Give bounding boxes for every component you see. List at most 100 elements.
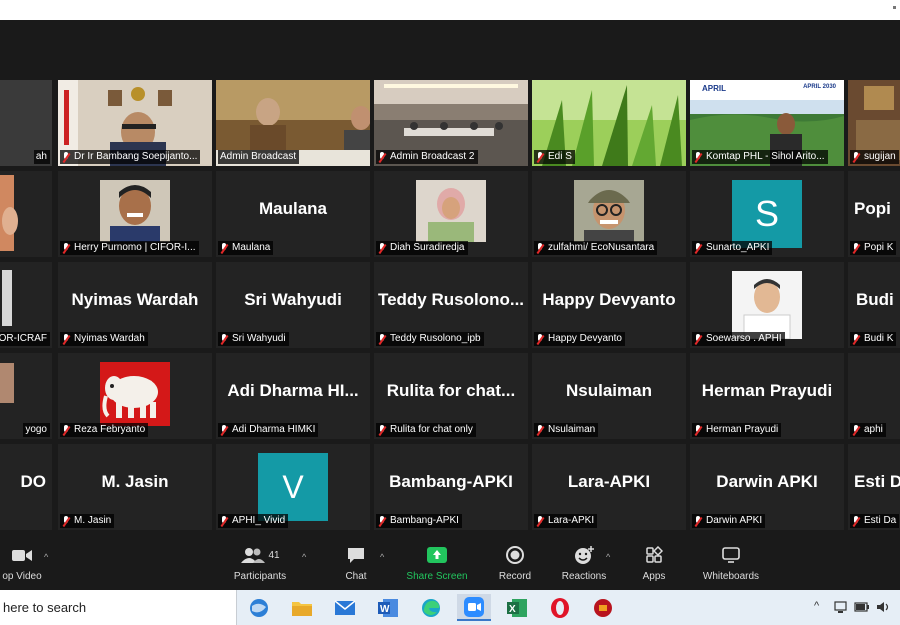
share-screen-button[interactable]: Share Screen (402, 544, 472, 582)
mic-muted-icon (378, 424, 386, 436)
participant-tile[interactable]: Dr Ir Bambang Soepijanto... (58, 80, 212, 166)
participant-tile[interactable]: Herman Prayudi Herman Prayudi (690, 353, 844, 439)
participant-tile[interactable]: ah (0, 80, 52, 166)
edge-icon (422, 598, 440, 617)
participant-avatar: S (732, 180, 802, 248)
participants-button[interactable]: 41 Participants (226, 544, 294, 582)
participant-tile[interactable]: Diah Suradiredja (374, 171, 528, 257)
participant-tile[interactable]: OR-ICRAF (0, 262, 52, 348)
reactions-options-chevron-icon[interactable]: ^ (606, 552, 610, 562)
participant-label: Darwin APKI (692, 514, 766, 528)
participant-label: Diah Suradiredja (376, 241, 468, 255)
participant-tile[interactable]: Popi Popi K (848, 171, 900, 257)
participant-tile[interactable]: Sri Wahyudi Sri Wahyudi (216, 262, 370, 348)
participant-tile[interactable]: Admin Broadcast 2 (374, 80, 528, 166)
tray-chevron-up-icon[interactable]: ^ (814, 600, 819, 612)
participant-display-name: M. Jasin (101, 472, 169, 491)
participant-tile[interactable]: S Sunarto_APKI (690, 171, 844, 257)
participant-name-label: Dr Ir Bambang Soepijanto... (74, 151, 198, 162)
participant-tile[interactable]: Nyimas Wardah Nyimas Wardah (58, 262, 212, 348)
participant-tile[interactable]: sugijan (848, 80, 900, 166)
participant-tile[interactable]: V APHI_ Vivid (216, 444, 370, 530)
mic-muted-icon (536, 151, 544, 163)
taskbar-app-excel[interactable]: X (500, 594, 534, 621)
participant-tile[interactable]: APRIL APRIL 2030 Komtap PHL - Sihol Arit… (690, 80, 844, 166)
participant-tile[interactable]: Herry Purnomo | CIFOR-I... (58, 171, 212, 257)
participant-tile[interactable]: Soewarso . APHI (690, 262, 844, 348)
participant-tile[interactable]: Edi S (532, 80, 686, 166)
participant-tile[interactable]: DO (0, 444, 52, 530)
taskbar-app-file-explorer[interactable] (285, 594, 319, 621)
participant-label: Reza Febryanto (60, 423, 149, 437)
taskbar-app-red[interactable] (586, 594, 620, 621)
participant-tile[interactable]: Reza Febryanto (58, 353, 212, 439)
participant-name-label: Bambang-APKI (390, 515, 459, 526)
participant-name-label: Admin Broadcast (220, 151, 297, 162)
participant-tile[interactable]: Darwin APKI Darwin APKI (690, 444, 844, 530)
mic-muted-icon (62, 242, 70, 254)
participants-options-chevron-icon[interactable]: ^ (302, 552, 306, 562)
record-button[interactable]: Record (490, 544, 540, 582)
video-camera-icon (12, 550, 32, 561)
volume-icon[interactable] (876, 600, 890, 614)
mic-muted-icon (62, 333, 70, 345)
top-strip (0, 0, 900, 20)
taskbar-app-globe[interactable] (242, 594, 276, 621)
battery-icon[interactable] (854, 601, 870, 613)
participant-tile[interactable]: Adi Dharma HI... Adi Dharma HIMKI (216, 353, 370, 439)
mic-muted-icon (852, 424, 860, 436)
chat-button[interactable]: Chat (336, 544, 376, 582)
participant-tile[interactable]: Bambang-APKI Bambang-APKI (374, 444, 528, 530)
stop-video-button[interactable]: op Video (0, 544, 50, 582)
participant-tile[interactable]: Lara-APKI Lara-APKI (532, 444, 686, 530)
taskbar-search-box[interactable]: here to search (0, 590, 237, 625)
participant-display-name: Nyimas Wardah (71, 290, 199, 309)
participant-tile[interactable]: Teddy Rusolono... Teddy Rusolono_ipb (374, 262, 528, 348)
taskbar-app-opera[interactable] (543, 594, 577, 621)
participant-tile[interactable]: aphi (848, 353, 900, 439)
participant-photo (732, 271, 802, 339)
participant-tile[interactable]: Admin Broadcast (216, 80, 370, 166)
whiteboards-label: Whiteboards (702, 571, 760, 582)
app-icon (594, 598, 612, 617)
whiteboards-button[interactable]: Whiteboards (694, 544, 768, 582)
participant-display-name: Popi (854, 199, 891, 218)
participant-name-label: Diah Suradiredja (390, 242, 465, 253)
participant-tile[interactable]: yogo (0, 353, 52, 439)
participant-tile[interactable]: Nsulaiman Nsulaiman (532, 353, 686, 439)
apps-button[interactable]: Apps (632, 544, 676, 582)
reactions-button[interactable]: Reactions (556, 544, 612, 582)
taskbar-app-zoom[interactable] (457, 594, 491, 621)
reactions-icon (575, 546, 594, 564)
participant-tile[interactable]: zulfahmi/ EcoNusantara (532, 171, 686, 257)
participant-label: ah (33, 150, 50, 164)
svg-text:X: X (509, 604, 516, 615)
participant-tile[interactable]: Happy Devyanto Happy Devyanto (532, 262, 686, 348)
participant-tile[interactable]: Budi Budi K (848, 262, 900, 348)
participant-tile[interactable]: Maulana Maulana (216, 171, 370, 257)
mic-muted-icon (536, 515, 544, 527)
participants-icon (241, 548, 266, 563)
taskbar-app-edge[interactable] (414, 594, 448, 621)
participant-tile[interactable]: Esti D Esti Da (848, 444, 900, 530)
chat-options-chevron-icon[interactable]: ^ (380, 552, 384, 562)
participant-tile[interactable]: M. Jasin M. Jasin (58, 444, 212, 530)
participant-name-label: Nyimas Wardah (74, 333, 145, 344)
video-options-chevron-icon[interactable]: ^ (44, 552, 48, 562)
participant-label: Dr Ir Bambang Soepijanto... (60, 150, 201, 164)
participant-name-label: Adi Dharma HIMKI (232, 424, 316, 435)
participant-label: Admin Broadcast (218, 150, 300, 164)
network-icon[interactable] (834, 600, 848, 614)
participant-label: M. Jasin (60, 514, 115, 528)
april-2030-logo: APRIL 2030 (803, 84, 836, 90)
share-screen-icon (427, 547, 447, 563)
taskbar-app-word[interactable]: W (371, 594, 405, 621)
record-label: Record (498, 571, 532, 582)
participant-tile[interactable] (0, 171, 52, 257)
mail-icon (334, 599, 356, 615)
taskbar-app-mail[interactable] (328, 594, 362, 621)
participant-name-label: Herman Prayudi (706, 424, 779, 435)
mic-muted-icon (378, 515, 386, 527)
participant-name-label: Herry Purnomo | CIFOR-I... (74, 242, 196, 253)
participant-tile[interactable]: Rulita for chat... Rulita for chat only (374, 353, 528, 439)
